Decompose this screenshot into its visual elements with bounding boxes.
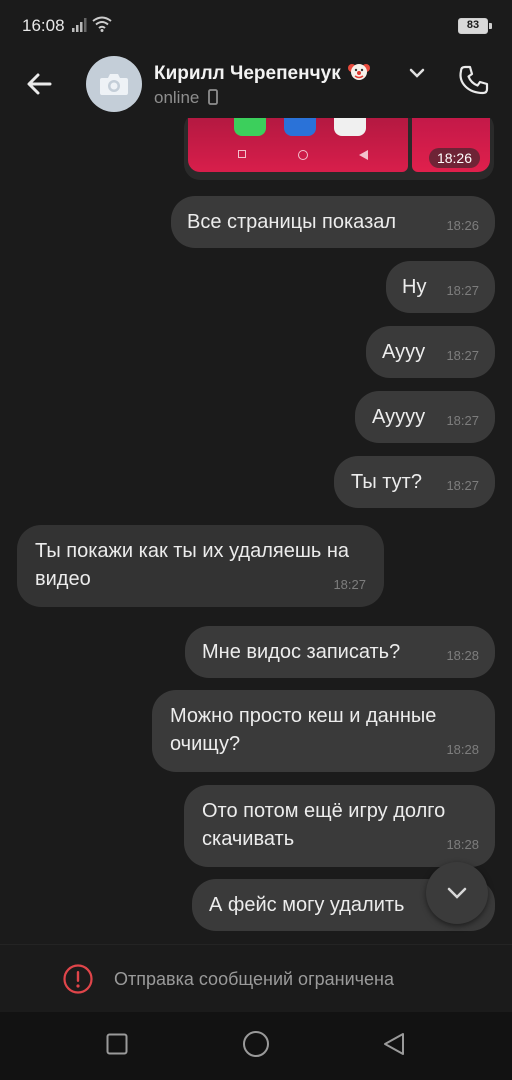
message-bubble[interactable]: Можно просто кеш и данные очищу? 18:28 [152,690,495,772]
vk-app-icon [284,118,316,136]
message-bubble[interactable]: Все страницы показал 18:26 [171,196,495,248]
signal-icon [72,18,87,32]
contact-status: online [154,88,219,108]
restricted-text: Отправка сообщений ограничена [114,969,394,989]
restricted-notice: Отправка сообщений ограничена [0,944,512,1012]
wifi-icon [92,16,112,32]
system-nav-bar [0,1012,512,1080]
photo-nav-dots [238,150,368,160]
chevron-down-icon[interactable] [408,66,426,80]
message-bubble[interactable]: Ну 18:27 [386,261,495,313]
message-time: 18:27 [333,577,366,592]
phone-icon[interactable] [456,62,492,98]
contact-name-text: Кирилл Черепенчук [154,63,341,84]
photo-thumbnail[interactable] [188,118,408,172]
message-time: 18:28 [446,742,479,757]
contact-name[interactable]: Кирилл Черепенчук [154,60,370,85]
message-time: 18:26 [446,218,479,233]
warning-icon [63,964,93,994]
status-time: 16:08 [22,16,65,35]
battery-level: 83 [466,19,480,31]
recents-square-icon[interactable] [106,1032,128,1056]
message-bubble[interactable]: Мне видос записать? 18:28 [185,626,495,678]
message-bubble[interactable]: Ауууу 18:27 [355,391,495,443]
message-text: Ото потом ещё игру долго скачивать [202,800,446,850]
back-triangle-icon[interactable] [382,1032,406,1056]
avatar[interactable] [86,56,142,112]
chevron-down-icon [447,887,467,899]
mobile-icon [208,89,219,105]
message-text: А фейс могу удалить [209,894,405,916]
message-text: Можно просто кеш и данные очищу? [170,705,437,755]
message-bubble[interactable]: Аууу 18:27 [366,326,495,378]
message-bubble[interactable]: Ото потом ещё игру долго скачивать 18:28 [184,785,495,867]
home-circle-icon[interactable] [242,1030,270,1058]
battery-icon: 83 [458,18,492,34]
status-bar: 16:08 83 [0,0,512,52]
clown-face-icon [347,64,370,80]
message-bubble[interactable]: Ты тут? 18:27 [334,456,495,508]
phone-app-icon [234,118,266,136]
message-bubble-incoming[interactable]: Ты покажи как ты их удаляешь на видео 18… [17,525,384,607]
scroll-to-bottom-button[interactable] [426,862,488,924]
photo-time: 18:26 [428,148,480,168]
message-time: 18:27 [446,283,479,298]
chat-header: Кирилл Черепенчук online [0,52,512,118]
message-list[interactable]: 18:26 Все страницы показал 18:26 Ну 18:2… [0,118,512,944]
message-text: Все страницы показал [187,211,397,233]
message-time: 18:28 [446,837,479,852]
message-time: 18:28 [446,648,479,663]
photo-message[interactable]: 18:26 [184,118,494,180]
message-time: 18:27 [446,478,479,493]
message-time: 18:27 [446,413,479,428]
message-text: Мне видос записать? [202,641,401,663]
camera-app-icon [334,118,366,136]
message-time: 18:27 [446,348,479,363]
camera-icon [100,74,128,95]
back-arrow-icon[interactable] [20,64,60,104]
message-text: Ты покажи как ты их удаляешь на видео [35,540,350,590]
online-status: online [154,88,200,107]
